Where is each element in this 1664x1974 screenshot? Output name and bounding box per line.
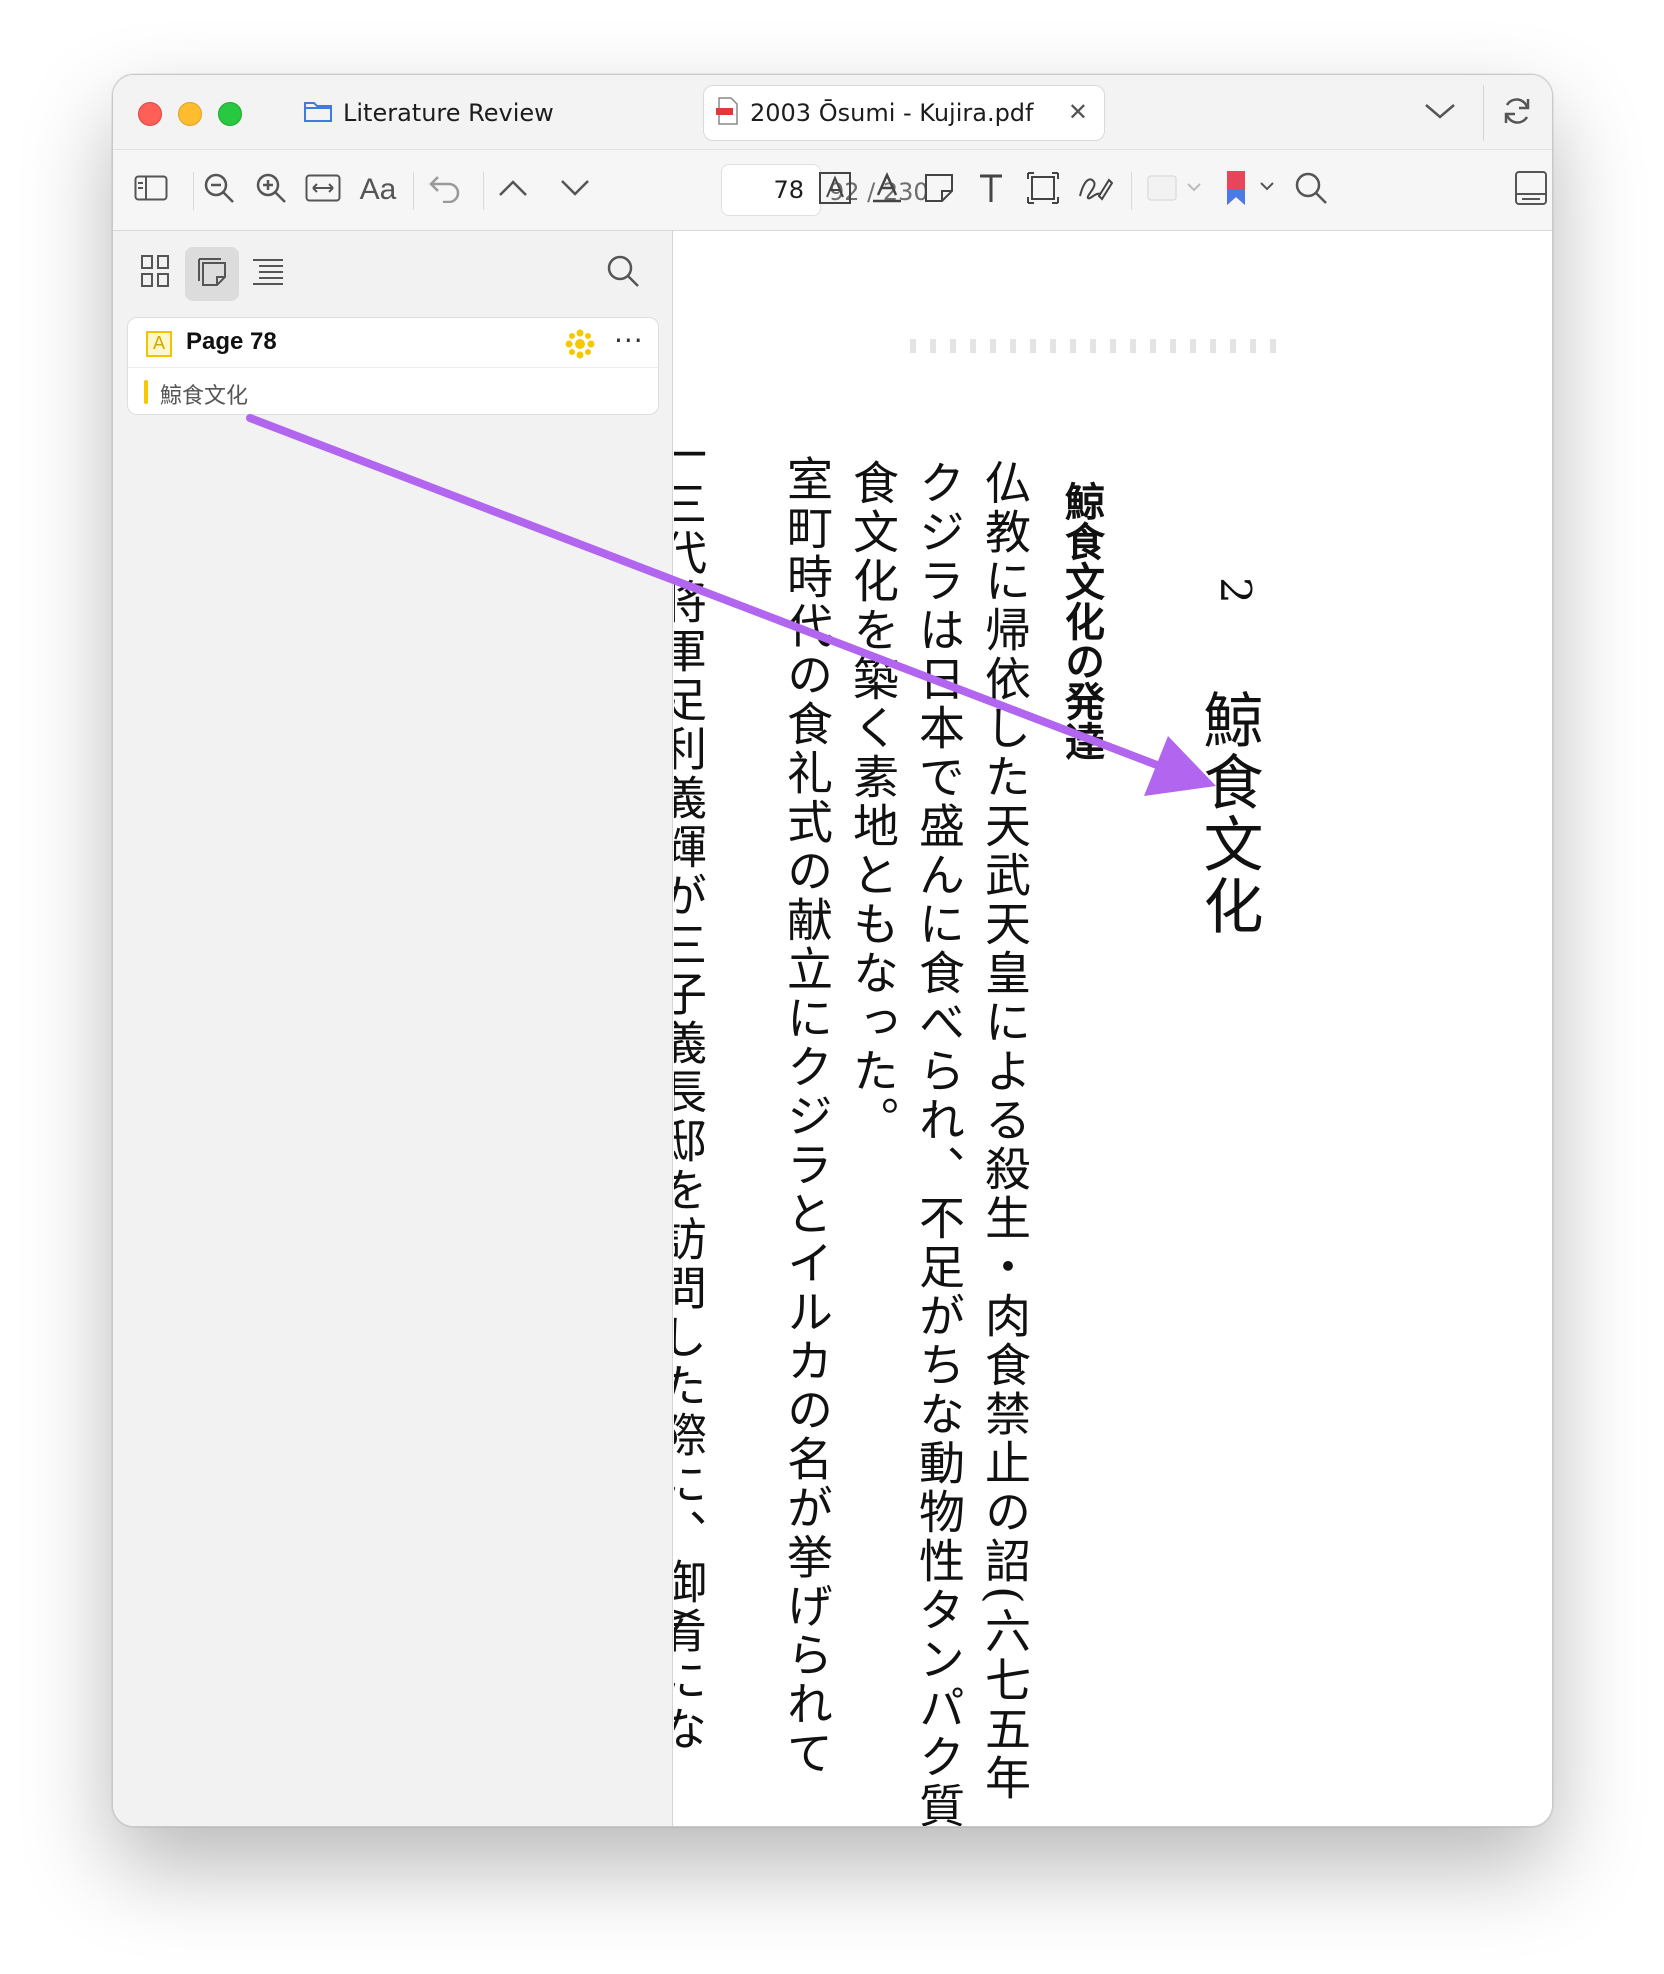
page-number-input[interactable]: 78 — [721, 164, 821, 216]
fit-width-button[interactable] — [303, 168, 343, 212]
tab-label: 2003 Ōsumi - Kujira.pdf — [750, 99, 1034, 127]
zoom-window-button[interactable] — [218, 102, 242, 126]
toolbar: Aa 78 92 / 230 — [113, 149, 1552, 231]
undo-button[interactable] — [425, 168, 465, 212]
body-text-column: クジラは日本で盛んに食べられ、不足がちな動物性タンパク質を — [912, 459, 966, 1827]
highlight-color-bar — [144, 380, 148, 404]
color-wheel-icon[interactable] — [564, 328, 596, 364]
tab-outline[interactable] — [241, 247, 295, 301]
refresh-icon[interactable] — [1499, 93, 1535, 133]
tab-overflow-chevron-icon[interactable] — [1423, 99, 1457, 127]
bookmark-icon — [1223, 169, 1279, 211]
zoom-out-button[interactable] — [199, 168, 239, 212]
folder-icon — [303, 99, 333, 127]
app-window: Literature Review 2003 Ōsumi - Kujira.pd… — [112, 74, 1553, 1827]
signature-icon — [1077, 172, 1114, 208]
sidebar-search-icon[interactable] — [605, 253, 641, 293]
chevron-down-icon — [559, 178, 591, 202]
minimize-window-button[interactable] — [178, 102, 202, 126]
body-text-column: 仏教に帰依した天武天皇による殺生・肉食禁止の詔(六七五年 — [978, 459, 1032, 1803]
tab-label: Literature Review — [343, 99, 554, 127]
bookmark-button[interactable] — [1221, 168, 1281, 212]
toolbar-divider — [413, 172, 414, 210]
sidebar: A Page 78 ··· 鯨食文化 — [113, 231, 673, 1826]
text-underline-icon — [870, 171, 904, 209]
next-page-button[interactable] — [555, 168, 595, 212]
thumbnails-icon — [140, 254, 172, 294]
text-highlight-button[interactable] — [813, 168, 857, 212]
color-picker-button[interactable] — [1143, 168, 1209, 212]
divider — [1483, 85, 1484, 141]
body-text-column: 一三代将軍足利義輝が三子義長邸を訪問した際に、御肴にな — [674, 431, 708, 1754]
note-icon — [923, 172, 955, 208]
search-icon — [1293, 170, 1329, 210]
annotation-card[interactable]: A Page 78 ··· 鯨食文化 — [127, 317, 659, 415]
chapter-title: 鯨食文化 — [1193, 689, 1263, 937]
signature-button[interactable] — [1073, 168, 1117, 212]
outline-icon — [251, 255, 285, 293]
body-text-column: 室町時代の食礼式の献立にクジラとイルカの名が挙げられて — [780, 455, 834, 1778]
annotations-icon — [195, 255, 229, 293]
panel-icon — [1514, 170, 1548, 210]
pdf-file-icon — [716, 96, 740, 130]
sidebar-toggle-icon — [134, 175, 168, 205]
tab-document[interactable]: 2003 Ōsumi - Kujira.pdf ✕ — [703, 85, 1105, 141]
title-bar: Literature Review 2003 Ōsumi - Kujira.pd… — [113, 75, 1552, 149]
close-window-button[interactable] — [138, 102, 162, 126]
toolbar-divider — [1131, 172, 1132, 210]
chevron-up-icon — [497, 178, 529, 202]
text-underline-button[interactable] — [865, 168, 909, 212]
chapter-number: 2 — [1211, 577, 1260, 604]
body-text-column: 食文化を築く素地ともなった。 — [846, 459, 900, 1145]
rect-select-icon — [1026, 171, 1060, 209]
tab-annotations[interactable] — [185, 247, 239, 301]
annotation-card-header: A Page 78 ··· — [128, 318, 658, 368]
zoom-in-button[interactable] — [251, 168, 291, 212]
annotation-card-body: 鯨食文化 — [128, 368, 658, 414]
text-highlight-icon — [818, 171, 852, 209]
rect-select-button[interactable] — [1021, 168, 1065, 212]
more-options-button[interactable]: ··· — [614, 324, 644, 357]
annotation-page-label: Page 78 — [186, 328, 277, 355]
zoom-in-icon — [254, 171, 288, 209]
pdf-page-view[interactable]: 2 鯨食文化 鯨食文化の発達 仏教に帰依した天武天皇による殺生・肉食禁止の詔(六… — [674, 231, 1552, 1827]
search-button[interactable] — [1289, 168, 1333, 212]
highlight-type-icon: A — [146, 331, 172, 357]
text-box-icon — [977, 172, 1005, 208]
toolbar-divider — [193, 172, 194, 210]
highlighted-text: 鯨食文化 — [160, 384, 249, 409]
zoom-out-icon — [202, 171, 236, 209]
previous-page-button[interactable] — [493, 168, 533, 212]
tab-thumbnails[interactable] — [129, 247, 183, 301]
fit-width-icon — [305, 174, 341, 206]
scan-artifact — [910, 339, 1290, 353]
color-swatch-icon — [1146, 174, 1206, 206]
font-settings-button[interactable]: Aa — [353, 168, 403, 212]
undo-icon — [428, 173, 462, 207]
text-box-button[interactable] — [969, 168, 1013, 212]
section-heading: 鯨食文化の発達 — [1058, 481, 1105, 761]
tab-literature-review[interactable]: Literature Review — [303, 95, 554, 131]
close-tab-icon[interactable]: ✕ — [1068, 100, 1088, 124]
sidebar-toggle-button[interactable] — [131, 168, 171, 212]
toolbar-divider — [483, 172, 484, 210]
note-button[interactable] — [917, 168, 961, 212]
inspector-panel-button[interactable] — [1511, 168, 1551, 212]
